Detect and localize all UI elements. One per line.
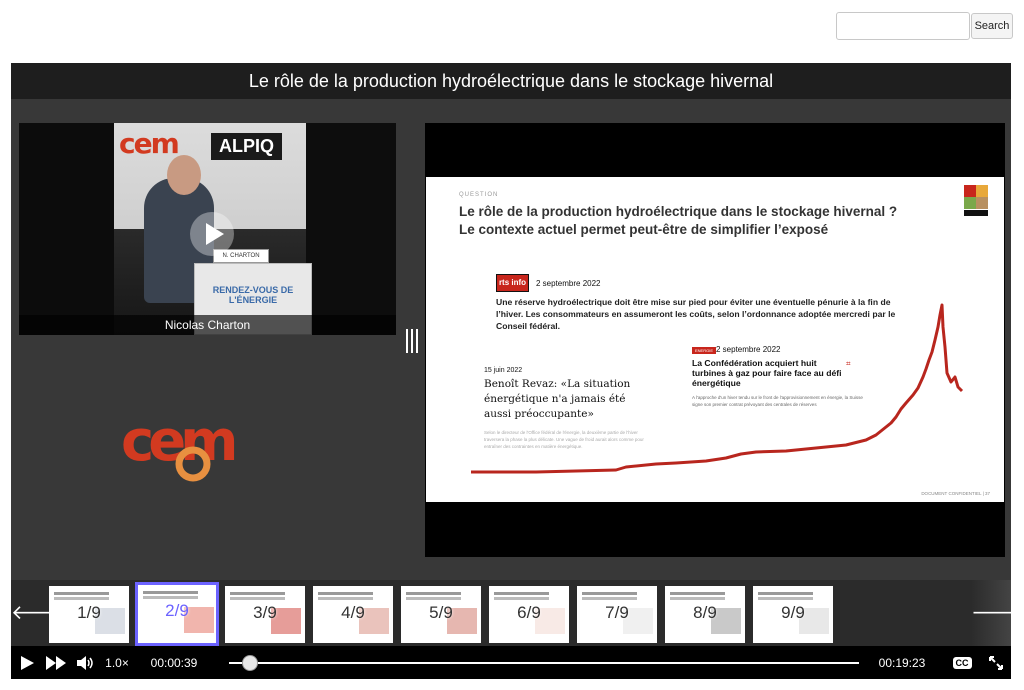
pane-resize-handle[interactable] (405, 329, 419, 353)
current-slide: QUESTION Le rôle de la production hydroé… (426, 177, 1004, 502)
slide-pane: QUESTION Le rôle de la production hydroé… (425, 123, 1005, 557)
current-time: 00:00:39 (150, 655, 198, 670)
slide-thumbnail[interactable]: 1/9 (49, 586, 129, 643)
slide-thumbnail-label: 6/9 (517, 603, 541, 622)
total-duration: 00:19:23 (878, 655, 926, 670)
slide-thumbnail-label: 9/9 (781, 603, 805, 622)
slide-thumbnail[interactable]: 5/9 (401, 586, 481, 643)
cc-icon: CC (952, 656, 972, 669)
price-trend-line (471, 303, 964, 474)
search-bar: Search (836, 12, 1013, 40)
search-button[interactable]: Search (971, 13, 1013, 39)
slide-thumbnail-strip: 🡐 1/9 2/9 3/9 4/9 5/9 6/9 7/9 8/9 9/9 🡒 (11, 580, 1024, 646)
thumbnails-next-arrow-icon[interactable]: 🡒 (971, 580, 1024, 646)
podium-sign: RENDEZ-VOUS DE L'ÉNERGIE (212, 285, 294, 305)
slide-thumbnail-label: 7/9 (605, 603, 629, 622)
fullscreen-icon[interactable] (985, 646, 1007, 679)
play-circle-icon[interactable] (189, 211, 235, 257)
slide-thumbnail[interactable]: 3/9 (225, 586, 305, 643)
thumbnails-prev-arrow-icon[interactable]: 🡐 (11, 580, 65, 646)
slide-thumbnail[interactable]: 7/9 (577, 586, 657, 643)
stage-curtain-left (19, 123, 114, 335)
seek-bar[interactable] (229, 655, 859, 671)
play-icon[interactable] (15, 646, 39, 679)
slide-thumbnail[interactable]: 9/9 (753, 586, 833, 643)
video-caption: Nicolas Charton (19, 315, 396, 335)
slide-thumbnail-label: 4/9 (341, 603, 365, 622)
slide-thumbnail[interactable]: 6/9 (489, 586, 569, 643)
presentation-player: Le rôle de la production hydroélectrique… (11, 63, 1024, 679)
slide-thumbnail-label: 3/9 (253, 603, 277, 622)
closed-captions-button[interactable]: CC (951, 646, 973, 679)
search-input[interactable] (836, 12, 970, 40)
slide-thumbnail-label: 5/9 (429, 603, 453, 622)
seek-knob[interactable] (242, 655, 259, 671)
alpiq-banner-logo: ALPIQ (211, 133, 283, 160)
volume-icon[interactable] (75, 646, 97, 679)
slide-thumbnail-label: 2/9 (165, 601, 189, 620)
player-controls: 1.0× 00:00:39 00:19:23 CC (11, 646, 1011, 679)
playback-speed[interactable]: 1.0× (103, 646, 131, 679)
slide-thumbnail-label: 1/9 (77, 603, 101, 622)
stage-curtain-right (306, 123, 396, 335)
fast-forward-icon[interactable] (43, 646, 69, 679)
cem-logo: cem (121, 409, 240, 482)
slide-thumbnail[interactable]: 2/9 (135, 582, 219, 646)
presentation-title: Le rôle de la production hydroélectrique… (11, 63, 1011, 99)
slide-footer: DOCUMENT CONFIDENTIEL | 37 (921, 491, 990, 496)
slide-thumbnail[interactable]: 8/9 (665, 586, 745, 643)
slide-thumbnail-label: 8/9 (693, 603, 717, 622)
slide-thumbnail[interactable]: 4/9 (313, 586, 393, 643)
video-pane[interactable]: cem ALPIQ N. CHARTON RENDEZ-VOUS DE L'ÉN… (19, 123, 396, 335)
speaker-head (167, 155, 201, 195)
